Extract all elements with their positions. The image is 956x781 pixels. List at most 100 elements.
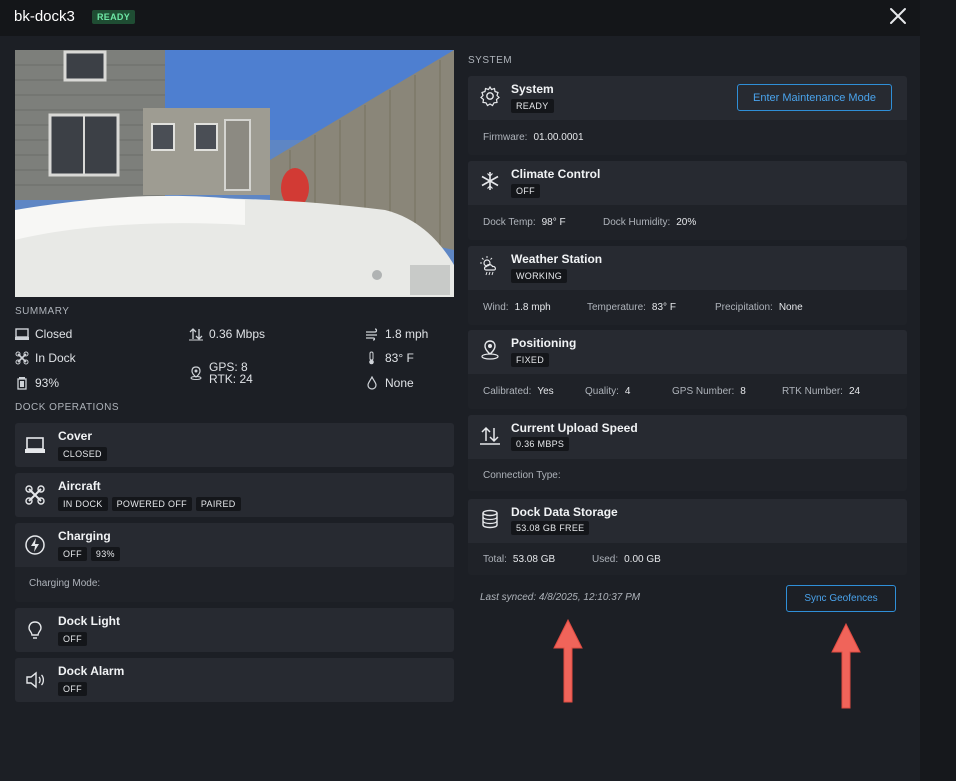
dock-details-modal: bk-dock3 READY SUMMARY Closed In Dock 93… <box>0 0 920 781</box>
speaker-icon <box>26 671 45 689</box>
storage-total-value: 53.08 GB <box>512 553 556 565</box>
storage-used-label: Used: <box>592 553 619 565</box>
dock-humidity-label: Dock Humidity: <box>603 217 671 228</box>
precipitation-label: Precipitation: <box>715 302 773 313</box>
drone-icon <box>15 351 29 365</box>
summary-gps: GPS: 8 RTK: 24 <box>189 361 253 385</box>
precipitation-value: None <box>778 302 803 313</box>
aircraft-tag-location: IN DOCK <box>58 497 108 511</box>
rtk-number-label: RTK Number: <box>782 386 843 397</box>
upload-speed-icon <box>480 426 500 445</box>
dock-name: bk-dock3 <box>14 8 75 25</box>
dock-alarm-card[interactable]: Dock Alarm OFF <box>15 658 454 702</box>
camera-image <box>15 50 454 297</box>
upload-speed-card: Current Upload Speed 0.36 MBPS <box>468 415 907 459</box>
summary-precipitation: None <box>365 376 414 390</box>
location-pin-icon <box>481 340 499 360</box>
aircraft-title: Aircraft <box>58 479 101 493</box>
summary-aircraft-value: In Dock <box>35 351 76 365</box>
positioning-title: Positioning <box>511 336 577 350</box>
weather-icon <box>480 256 497 276</box>
climate-details: Dock Temp: 98° F Dock Humidity: 20% <box>468 205 907 240</box>
lightning-icon <box>25 535 45 555</box>
wind-value: 1.8 mph <box>514 302 551 313</box>
dock-alarm-title: Dock Alarm <box>58 664 125 678</box>
charging-tag-percent: 93% <box>90 547 120 561</box>
upload-title: Current Upload Speed <box>511 421 638 435</box>
enter-maintenance-mode-button[interactable]: Enter Maintenance Mode <box>737 84 892 111</box>
summary-rtk-value: RTK: 24 <box>209 372 253 386</box>
gps-icon <box>190 366 202 380</box>
upload-details: Connection Type: <box>468 459 907 491</box>
positioning-tags: FIXED <box>511 353 550 367</box>
quality-row: Quality: 4 <box>585 374 630 409</box>
modal-header: bk-dock3 READY <box>0 0 920 36</box>
temperature-label: Temperature: <box>587 302 646 313</box>
weather-station-card: Weather Station WORKING <box>468 246 907 290</box>
temperature-row: Temperature: 83° F <box>587 290 676 325</box>
dock-status-badge: READY <box>92 10 136 24</box>
dock-temp-label: Dock Temp: <box>483 217 536 228</box>
summary-battery: 93% <box>15 376 59 390</box>
cover-tag: CLOSED <box>58 447 107 461</box>
summary-battery-value: 93% <box>35 376 60 390</box>
charging-card[interactable]: Charging OFF 93% <box>15 523 454 567</box>
system-card: System READY Enter Maintenance Mode <box>468 76 907 120</box>
dock-light-card[interactable]: Dock Light OFF <box>15 608 454 652</box>
summary-wind-value: 1.8 mph <box>385 327 429 341</box>
storage-status-tag: 53.08 GB FREE <box>511 521 590 535</box>
summary-cover: Closed <box>15 327 72 341</box>
summary-label: SUMMARY <box>15 306 70 317</box>
storage-used-value: 0.00 GB <box>624 553 661 565</box>
snowflake-icon <box>481 172 499 190</box>
quality-value: 4 <box>624 386 631 397</box>
calibrated-value: Yes <box>537 386 554 397</box>
aircraft-card[interactable]: Aircraft IN DOCK POWERED OFF PAIRED <box>15 473 454 517</box>
dock-alarm-tags: OFF <box>58 682 87 696</box>
annotation-arrow-up-icon <box>553 618 583 703</box>
dock-light-title: Dock Light <box>58 614 120 628</box>
storage-title: Dock Data Storage <box>511 505 618 519</box>
weather-status-tag: WORKING <box>511 269 568 283</box>
system-title: System <box>511 82 554 96</box>
gps-number-label: GPS Number: <box>672 386 735 397</box>
charging-tag-state: OFF <box>58 547 87 561</box>
summary-upload-value: 0.36 Mbps <box>209 327 266 341</box>
dock-humidity-row: Dock Humidity: 20% <box>603 205 696 240</box>
upload-status-tag: 0.36 MBPS <box>511 437 570 451</box>
system-status-tag: READY <box>511 99 554 113</box>
close-icon[interactable] <box>888 6 908 26</box>
summary-cover-value: Closed <box>35 327 73 341</box>
aircraft-tags: IN DOCK POWERED OFF PAIRED <box>58 497 241 511</box>
dock-operations-label: DOCK OPERATIONS <box>15 402 119 413</box>
storage-tags: 53.08 GB FREE <box>511 521 590 535</box>
climate-control-card: Climate Control OFF <box>468 161 907 205</box>
drone-icon <box>25 485 45 505</box>
dock-temp-value: 98° F <box>541 217 566 228</box>
droplet-icon <box>367 376 377 390</box>
gps-number-value: 8 <box>740 386 746 397</box>
calibrated-label: Calibrated: <box>483 386 532 397</box>
temperature-value: 83° F <box>651 302 676 313</box>
summary-temperature-value: 83° F <box>385 351 414 365</box>
cover-card[interactable]: Cover CLOSED <box>15 423 454 467</box>
database-icon <box>482 509 498 529</box>
upload-speed-icon <box>189 328 203 341</box>
positioning-card: Positioning FIXED <box>468 330 907 374</box>
gear-icon <box>480 85 500 107</box>
sync-geofences-button[interactable]: Sync Geofences <box>786 585 896 612</box>
dock-humidity-value: 20% <box>676 217 697 228</box>
system-details: Firmware: 01.00.0001 <box>468 120 907 155</box>
lightbulb-icon <box>28 621 42 639</box>
firmware-label: Firmware: <box>483 132 528 143</box>
precipitation-row: Precipitation: None <box>715 290 803 325</box>
climate-title: Climate Control <box>511 167 601 181</box>
weather-tags: WORKING <box>511 269 568 283</box>
thermometer-icon <box>369 351 374 365</box>
cover-icon <box>25 437 45 453</box>
climate-tags: OFF <box>511 184 540 198</box>
aircraft-tag-power: POWERED OFF <box>111 497 192 511</box>
rtk-number-row: RTK Number: 24 <box>782 374 860 409</box>
weather-title: Weather Station <box>511 252 603 266</box>
summary-aircraft: In Dock <box>15 351 76 365</box>
